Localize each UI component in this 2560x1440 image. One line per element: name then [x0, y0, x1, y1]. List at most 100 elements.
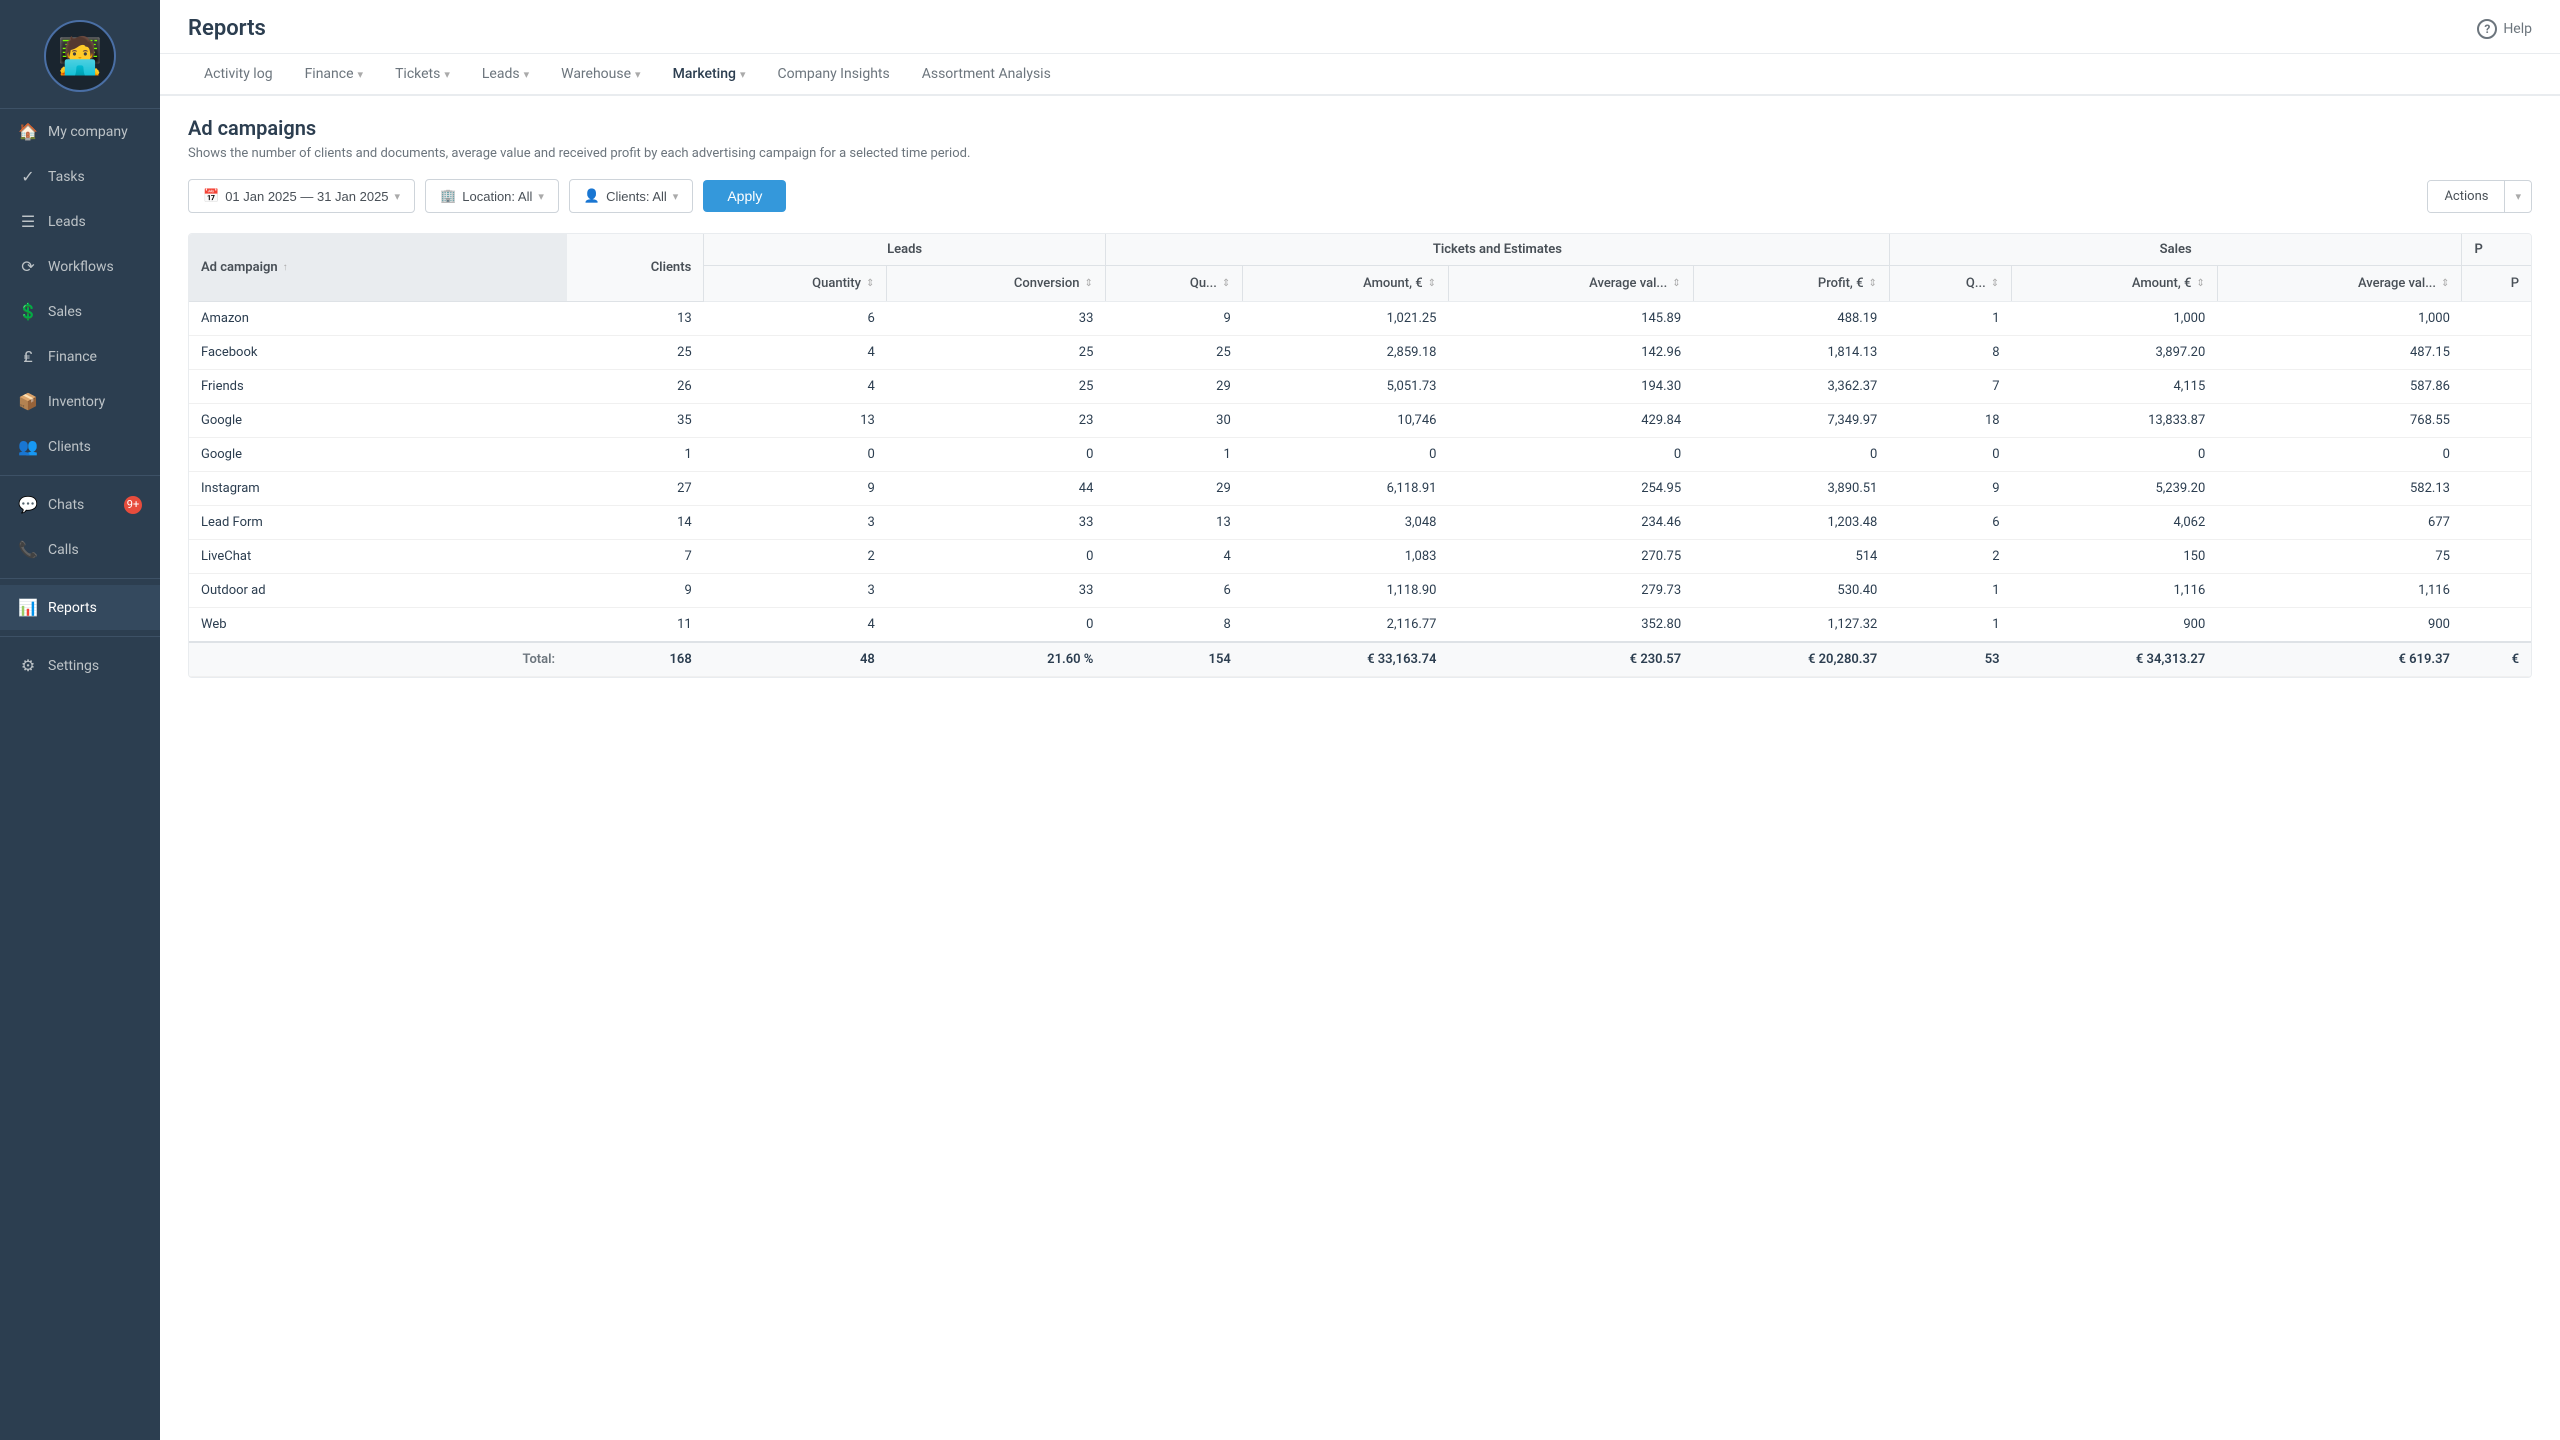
cell-clients: 26 [567, 370, 704, 404]
cell-te-avg: 254.95 [1448, 472, 1693, 506]
col-sub-leads-qty[interactable]: Quantity ⇕ [704, 266, 887, 302]
actions-main-button[interactable]: Actions [2428, 181, 2505, 212]
cell-sales-avg: 900 [2217, 608, 2462, 643]
sidebar-item-chats[interactable]: 💬 Chats 9+ [0, 482, 160, 527]
chevron-down-icon: ▾ [395, 190, 401, 203]
cell-campaign: Outdoor ad [189, 574, 567, 608]
sidebar-item-clients[interactable]: 👥 Clients [0, 424, 160, 469]
table-row: Amazon 13 6 33 9 1,021.25 145.89 488.19 … [189, 302, 2531, 336]
col-sub-te-qu[interactable]: Qu... ⇕ [1105, 266, 1242, 302]
table-row: Google 35 13 23 30 10,746 429.84 7,349.9… [189, 404, 2531, 438]
cell-sales-avg: 582.13 [2217, 472, 2462, 506]
cell-te-qu: 29 [1105, 370, 1242, 404]
sidebar-divider-2 [0, 578, 160, 579]
cell-leads-conv: 33 [887, 302, 1106, 336]
cell-leads-qty: 3 [704, 506, 887, 540]
cell-clients: 25 [567, 336, 704, 370]
sidebar-item-tasks[interactable]: ✓ Tasks [0, 154, 160, 199]
total-te-avg: € 230.57 [1448, 642, 1693, 677]
tab-finance[interactable]: Finance ▾ [289, 54, 380, 96]
tab-company-insights[interactable]: Company Insights [761, 54, 905, 96]
col-sub-leads-conv[interactable]: Conversion ⇕ [887, 266, 1106, 302]
col-sub-te-avg[interactable]: Average val... ⇕ [1448, 266, 1693, 302]
sidebar-item-settings[interactable]: ⚙ Settings [0, 643, 160, 688]
cell-campaign: Web [189, 608, 567, 643]
location-filter[interactable]: 🏢 Location: All ▾ [425, 179, 559, 213]
tab-activity-log[interactable]: Activity log [188, 54, 289, 96]
sidebar-item-calls[interactable]: 📞 Calls [0, 527, 160, 572]
col-header-leads-group: Leads [704, 234, 1106, 266]
col-sub-te-profit[interactable]: Profit, € ⇕ [1693, 266, 1889, 302]
clients-value: Clients: All [606, 189, 667, 204]
sidebar-item-my-company[interactable]: 🏠 My company [0, 109, 160, 154]
cell-p [2462, 336, 2531, 370]
chevron-down-icon: ▾ [538, 190, 544, 203]
clients-filter[interactable]: 👤 Clients: All ▾ [569, 179, 693, 213]
chevron-down-icon: ▾ [673, 190, 679, 203]
table-row: Instagram 27 9 44 29 6,118.91 254.95 3,8… [189, 472, 2531, 506]
cell-p [2462, 302, 2531, 336]
col-header-te-group: Tickets and Estimates [1105, 234, 1889, 266]
col-sub-te-amount[interactable]: Amount, € ⇕ [1243, 266, 1449, 302]
section-description: Shows the number of clients and document… [188, 146, 2532, 161]
cell-p [2462, 472, 2531, 506]
tasks-icon: ✓ [18, 167, 38, 186]
cell-leads-conv: 23 [887, 404, 1106, 438]
apply-button[interactable]: Apply [703, 180, 786, 212]
sidebar-item-reports[interactable]: 📊 Reports [0, 585, 160, 630]
cell-campaign: LiveChat [189, 540, 567, 574]
sidebar-item-finance[interactable]: ₤ Finance [0, 334, 160, 379]
cell-campaign: Google [189, 438, 567, 472]
cell-sales-q: 6 [1889, 506, 2011, 540]
sidebar-item-inventory[interactable]: 📦 Inventory [0, 379, 160, 424]
table-row: Lead Form 14 3 33 13 3,048 234.46 1,203.… [189, 506, 2531, 540]
cell-te-avg: 145.89 [1448, 302, 1693, 336]
sidebar-item-sales[interactable]: 💲 Sales [0, 289, 160, 334]
sidebar-item-leads[interactable]: ☰ Leads [0, 199, 160, 244]
total-row: Total: 168 48 21.60 % 154 € 33,163.74 € … [189, 642, 2531, 677]
cell-te-avg: 234.46 [1448, 506, 1693, 540]
col-header-campaign[interactable]: Ad campaign ↑ [189, 234, 567, 302]
cell-campaign: Instagram [189, 472, 567, 506]
cell-sales-avg: 1,116 [2217, 574, 2462, 608]
date-range-filter[interactable]: 📅 01 Jan 2025 — 31 Jan 2025 ▾ [188, 179, 415, 213]
col-sub-sales-amount[interactable]: Amount, € ⇕ [2012, 266, 2218, 302]
cell-leads-conv: 25 [887, 370, 1106, 404]
help-icon: ? [2477, 19, 2497, 39]
sidebar-item-workflows[interactable]: ⟳ Workflows [0, 244, 160, 289]
tab-marketing[interactable]: Marketing ▾ [657, 54, 762, 96]
total-leads-conv: 21.60 % [887, 642, 1106, 677]
location-icon: 🏢 [440, 188, 456, 204]
cell-sales-amount: 4,062 [2012, 506, 2218, 540]
finance-icon: ₤ [18, 347, 38, 366]
sort-campaign[interactable]: Ad campaign ↑ [201, 260, 288, 275]
content-area: Ad campaigns Shows the number of clients… [160, 96, 2560, 1440]
tab-leads[interactable]: Leads ▾ [466, 54, 545, 96]
sidebar-item-label: Settings [48, 658, 99, 674]
chats-icon: 💬 [18, 495, 38, 514]
clients-icon: 👥 [18, 437, 38, 456]
cell-te-qu: 6 [1105, 574, 1242, 608]
table: Ad campaign ↑ Clients Leads Tickets and … [189, 234, 2531, 677]
cell-te-profit: 530.40 [1693, 574, 1889, 608]
tab-tickets[interactable]: Tickets ▾ [379, 54, 466, 96]
cell-sales-avg: 677 [2217, 506, 2462, 540]
cell-p [2462, 370, 2531, 404]
col-sub-sales-q[interactable]: Q... ⇕ [1889, 266, 2011, 302]
reports-icon: 📊 [18, 598, 38, 617]
avatar[interactable]: 🧑‍💻 [44, 20, 116, 92]
tab-warehouse[interactable]: Warehouse ▾ [545, 54, 656, 96]
actions-dropdown-button[interactable]: ▾ [2505, 182, 2531, 211]
cell-te-avg: 270.75 [1448, 540, 1693, 574]
cell-te-amount: 2,859.18 [1243, 336, 1449, 370]
date-range-value: 01 Jan 2025 — 31 Jan 2025 [225, 189, 388, 204]
cell-clients: 35 [567, 404, 704, 438]
calls-icon: 📞 [18, 540, 38, 559]
col-sub-sales-avg[interactable]: Average val... ⇕ [2217, 266, 2462, 302]
chevron-down-icon: ▾ [635, 68, 641, 81]
cell-leads-qty: 9 [704, 472, 887, 506]
cell-te-amount: 2,116.77 [1243, 608, 1449, 643]
table-footer: Total: 168 48 21.60 % 154 € 33,163.74 € … [189, 642, 2531, 677]
help-button[interactable]: ? Help [2477, 19, 2532, 39]
tab-assortment-analysis[interactable]: Assortment Analysis [906, 54, 1067, 96]
